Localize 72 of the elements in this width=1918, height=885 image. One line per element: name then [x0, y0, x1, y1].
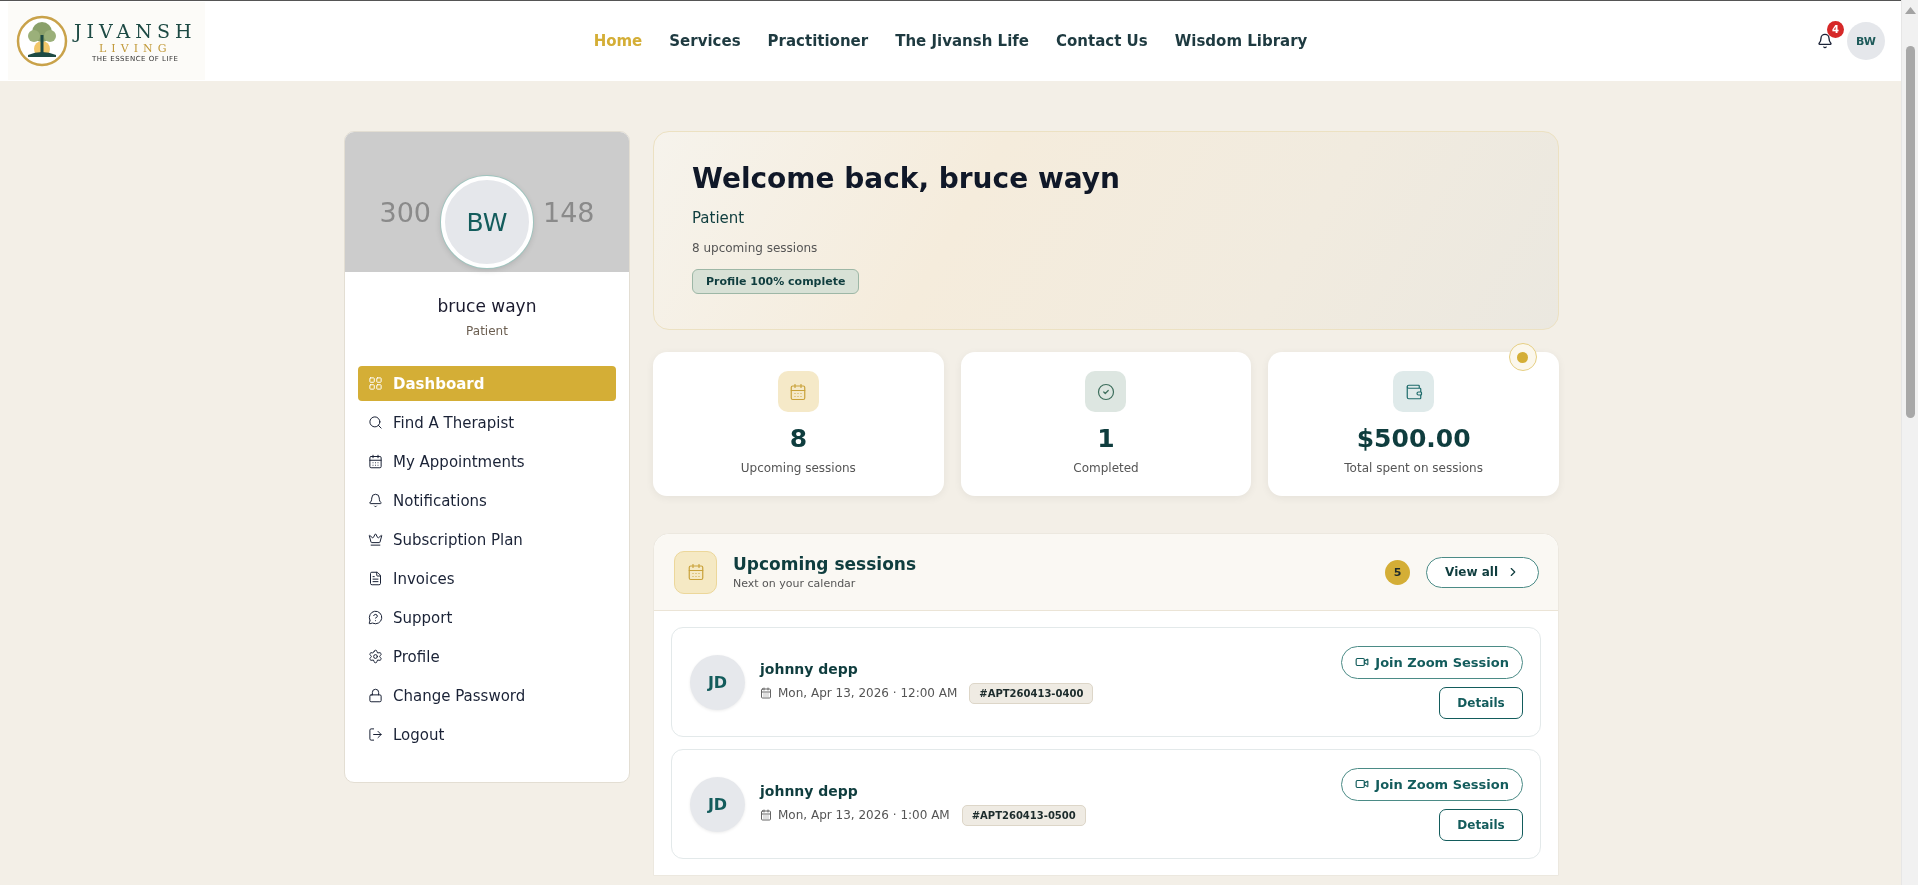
sidebar-item[interactable]: Change Password [358, 678, 616, 713]
profile-role: Patient [466, 324, 508, 338]
sidebar-item[interactable]: Notifications [358, 483, 616, 518]
stat-value: 8 [789, 424, 808, 453]
nav-link[interactable]: The Jivansh Life [895, 32, 1030, 50]
practitioner-name: johnny depp [760, 782, 859, 799]
profile-name: bruce wayn [437, 296, 537, 316]
session-date: Mon, Apr 13, 2026 · 1:00 AM [778, 808, 950, 822]
session-date: Mon, Apr 13, 2026 · 12:00 AM [778, 686, 958, 700]
calendar-icon [760, 809, 772, 821]
session-count: 5 [1385, 559, 1411, 585]
profile-status-badge: Profile 100% complete [692, 269, 860, 294]
placeholder-text: 300 [379, 196, 431, 228]
practitioner-avatar: JD [690, 776, 745, 832]
scrollbar[interactable] [1901, 0, 1918, 885]
stat-label: Completed [1073, 461, 1139, 475]
bell-icon [368, 493, 383, 508]
help-icon [368, 610, 383, 625]
details-button[interactable]: Details [1439, 686, 1523, 719]
document-icon [368, 571, 383, 586]
notification-bell-icon[interactable] [1817, 33, 1833, 49]
wallet-icon [1404, 382, 1423, 401]
grid-icon [368, 376, 383, 391]
sidebar-item[interactable]: My Appointments [358, 444, 616, 479]
scroll-up-icon[interactable] [1905, 6, 1916, 14]
sidebar-item[interactable]: Support [358, 600, 616, 635]
stat-value: 1 [1097, 424, 1115, 453]
appointment-code: #APT260413-0400 [969, 682, 1094, 704]
details-button[interactable]: Details [1439, 808, 1523, 841]
dot-icon [1509, 343, 1537, 371]
panel-subtitle: Next on your calendar [733, 577, 857, 590]
join-session-button[interactable]: Join Zoom Session [1341, 767, 1523, 801]
calendar-icon [368, 454, 383, 469]
nav-link[interactable]: Services [669, 32, 741, 50]
scrollbar-thumb[interactable] [1906, 46, 1915, 418]
stat-label: Total spent on sessions [1344, 461, 1483, 475]
tree-logo-icon [16, 15, 68, 67]
video-icon [1355, 655, 1370, 669]
appointment-code: #APT260413-0500 [961, 804, 1086, 826]
welcome-title: Welcome back, bruce wayn [692, 162, 1120, 195]
sidebar-item[interactable]: Profile [358, 639, 616, 674]
check-circle-icon [1097, 382, 1115, 401]
nav-link[interactable]: Practitioner [767, 32, 869, 50]
view-all-button[interactable]: View all [1426, 556, 1539, 588]
sidebar-item[interactable]: Subscription Plan [358, 522, 616, 557]
practitioner-name: johnny depp [760, 660, 859, 677]
sidebar-item[interactable]: Invoices [358, 561, 616, 596]
logo-subtitle: LIVING [99, 41, 172, 55]
stat-label: Upcoming sessions [740, 461, 856, 475]
sidebar-item[interactable]: Find A Therapist [358, 405, 616, 440]
placeholder-text: 148 [543, 196, 595, 228]
user-role: Patient [692, 209, 745, 227]
stat-value: $500.00 [1356, 424, 1471, 453]
join-session-button[interactable]: Join Zoom Session [1341, 645, 1523, 679]
lock-icon [368, 688, 383, 703]
user-avatar[interactable]: BW [1847, 22, 1885, 60]
calendar-icon [760, 687, 772, 699]
search-icon [368, 415, 383, 430]
sidebar-item[interactable]: Logout [358, 717, 616, 752]
session-summary: 8 upcoming sessions [692, 241, 818, 255]
calendar-icon [686, 563, 705, 581]
settings-icon [368, 649, 383, 664]
nav-link[interactable]: Contact Us [1056, 32, 1148, 50]
nav-link[interactable]: Wisdom Library [1174, 32, 1308, 50]
panel-title: Upcoming sessions [733, 554, 917, 574]
video-icon [1355, 777, 1370, 791]
practitioner-avatar: JD [690, 654, 745, 710]
crown-icon [368, 532, 383, 547]
logout-icon [368, 727, 383, 742]
logo-name: JIVANSH [74, 19, 197, 42]
calendar-icon [789, 382, 808, 401]
notification-count: 4 [1827, 21, 1844, 38]
